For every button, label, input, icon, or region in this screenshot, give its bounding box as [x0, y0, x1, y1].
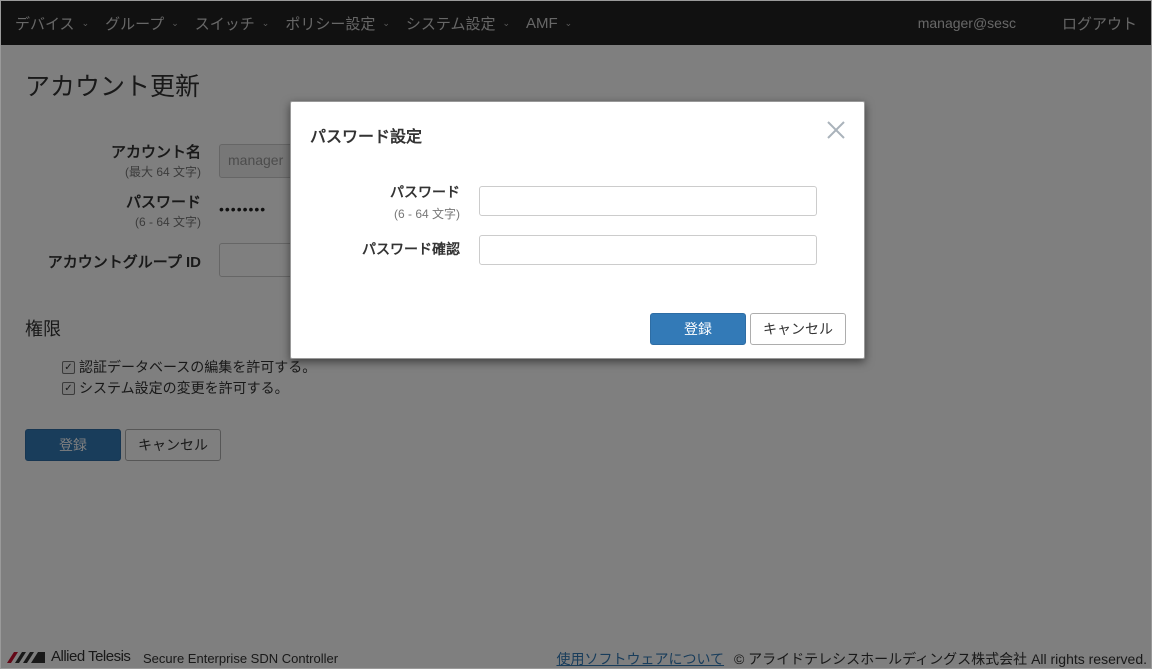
close-icon[interactable] — [826, 120, 846, 140]
modal-cancel-button[interactable]: キャンセル — [750, 313, 846, 345]
modal-submit-button[interactable]: 登録 — [650, 313, 746, 345]
modal-confirm-input[interactable] — [479, 235, 817, 265]
modal-confirm-label-text: パスワード確認 — [362, 241, 460, 257]
page: デバイス ⌄ グループ ⌄ スイッチ ⌄ ポリシー設定 ⌄ システム設定 ⌄ A… — [0, 0, 1152, 669]
modal-title: パスワード設定 — [310, 129, 423, 146]
modal-password-label: パスワード (6 - 64 文字) — [390, 182, 460, 222]
modal-password-hint: (6 - 64 文字) — [393, 207, 460, 221]
modal-password-input[interactable] — [479, 186, 817, 216]
modal-confirm-label: パスワード確認 — [362, 239, 460, 259]
password-modal: パスワード設定 パスワード (6 - 64 文字) パスワード確認 登録 キャン… — [290, 101, 865, 359]
modal-password-label-text: パスワード — [390, 184, 460, 200]
